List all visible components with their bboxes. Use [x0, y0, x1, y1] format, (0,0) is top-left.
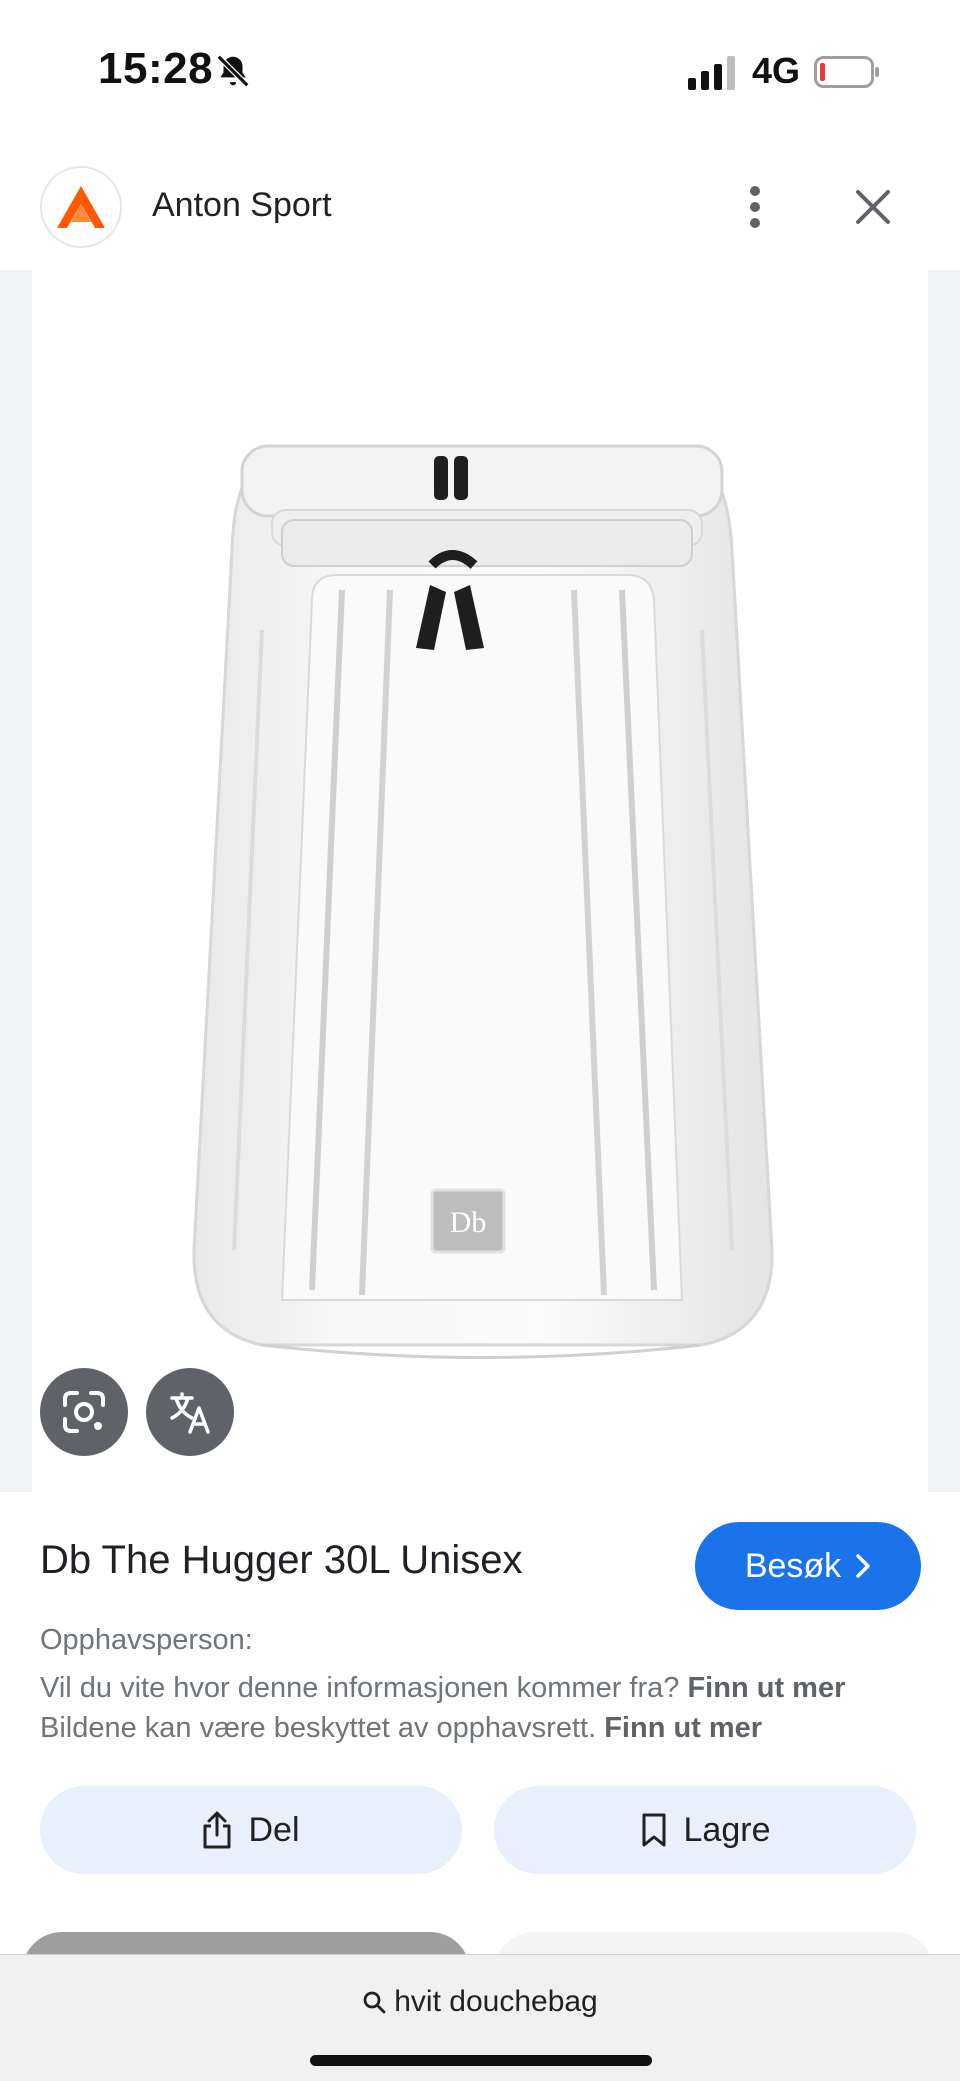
anton-sport-logo-icon: [57, 186, 105, 228]
product-title: Db The Hugger 30L Unisex: [40, 1538, 523, 1582]
bell-off-icon: [216, 54, 250, 88]
backpack-image: Db: [192, 444, 774, 1359]
info-line-copyright: Bildene kan være beskyttet av opphavsret…: [40, 1712, 762, 1745]
info-text-source: Vil du vite hvor denne informasjonen kom…: [40, 1672, 680, 1704]
search-query-text: hvit douchebag: [394, 1985, 598, 2018]
translate-button[interactable]: [146, 1368, 234, 1456]
google-lens-icon: [63, 1391, 105, 1433]
signal-icon: [688, 56, 735, 90]
more-options-button[interactable]: [730, 182, 780, 232]
home-indicator[interactable]: [310, 2055, 652, 2066]
battery-icon: [814, 56, 879, 88]
more-vert-icon: [750, 186, 760, 228]
image-viewer: Db: [0, 270, 960, 1492]
status-bar: 15:28 4G: [0, 0, 960, 140]
share-icon: [203, 1811, 231, 1849]
visit-button[interactable]: Besøk: [695, 1522, 921, 1610]
result-header: Anton Sport: [0, 160, 960, 270]
visit-button-label: Besøk: [744, 1546, 842, 1585]
info-line-source: Vil du vite hvor denne informasjonen kom…: [40, 1672, 845, 1705]
search-icon: [363, 1991, 386, 2014]
share-button-label: Del: [248, 1810, 300, 1849]
save-button-label: Lagre: [683, 1810, 771, 1849]
google-lens-button[interactable]: [40, 1368, 128, 1456]
status-time: 15:28: [98, 44, 214, 93]
brand-badge-text: Db: [450, 1206, 487, 1239]
credit-label: Opphavsperson:: [40, 1624, 253, 1656]
chevron-right-icon: [856, 1554, 870, 1578]
bookmark-icon: [642, 1813, 666, 1847]
search-query-button[interactable]: hvit douchebag: [0, 1985, 960, 2019]
source-logo[interactable]: [40, 166, 122, 248]
close-button[interactable]: [846, 180, 900, 234]
bottom-search-bar: hvit douchebag: [0, 1954, 960, 2081]
save-button[interactable]: Lagre: [494, 1786, 916, 1874]
info-text-copyright: Bildene kan være beskyttet av opphavsret…: [40, 1712, 597, 1744]
network-label: 4G: [752, 50, 801, 91]
image-frame[interactable]: Db: [32, 270, 928, 1492]
share-button[interactable]: Del: [40, 1786, 462, 1874]
close-icon: [856, 190, 890, 224]
source-name[interactable]: Anton Sport: [152, 186, 332, 225]
learn-more-link-source[interactable]: Finn ut mer: [687, 1672, 845, 1704]
translate-icon: [170, 1392, 210, 1434]
learn-more-link-copyright[interactable]: Finn ut mer: [604, 1712, 762, 1744]
